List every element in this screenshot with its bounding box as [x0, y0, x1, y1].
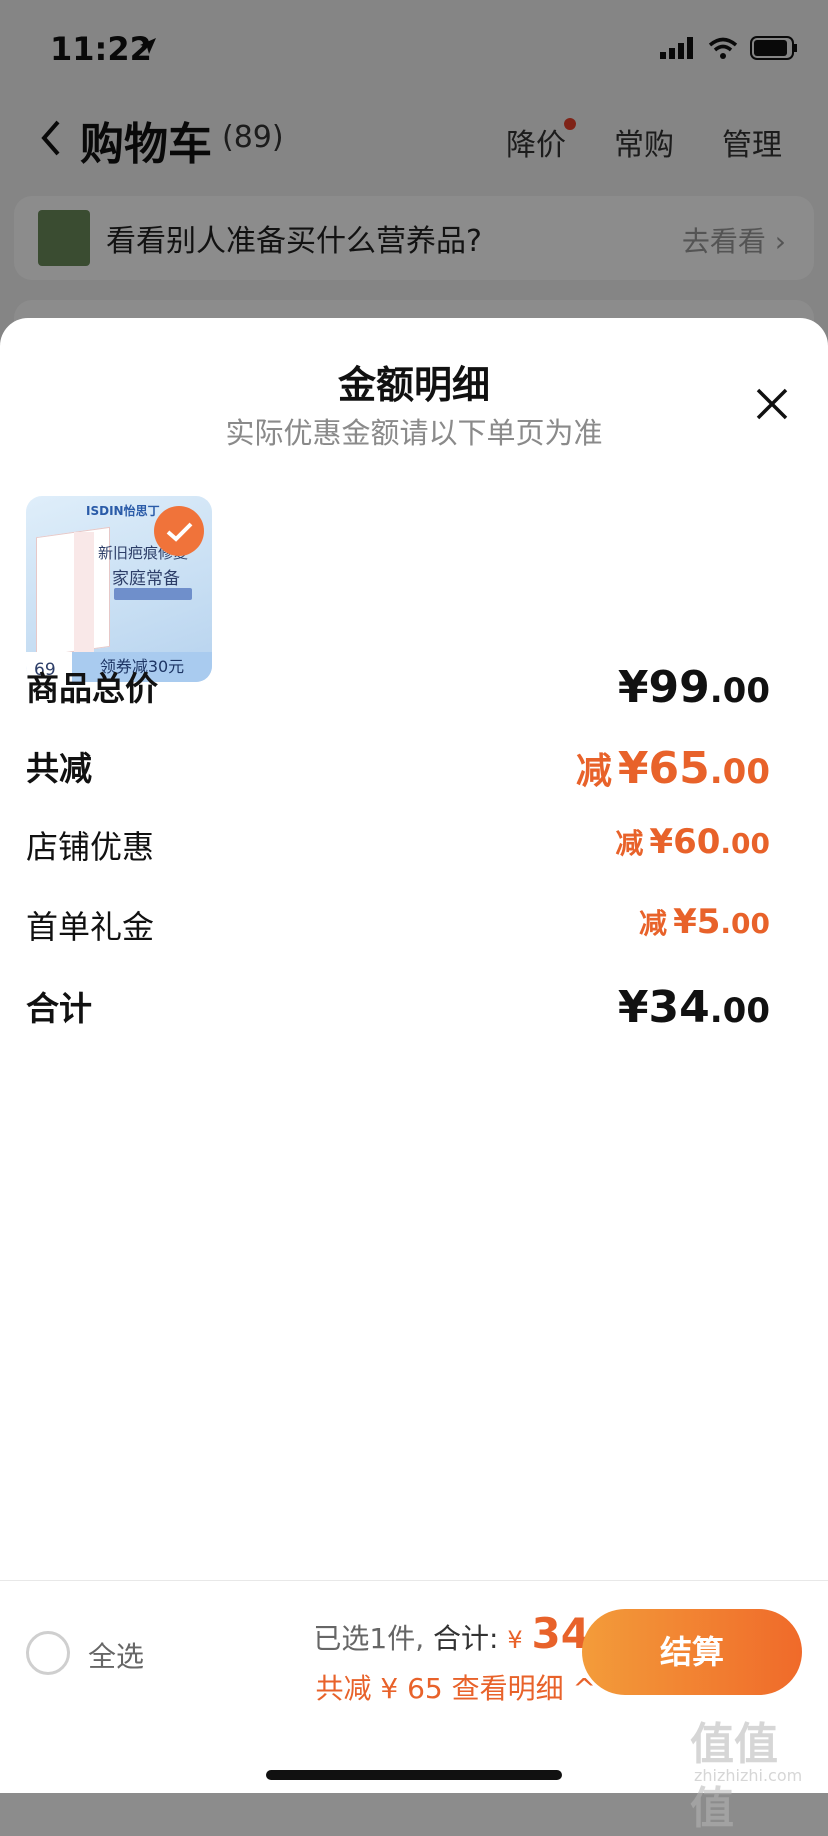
checkout-button[interactable]: 结算 [582, 1609, 802, 1695]
checkmark-icon [166, 522, 193, 542]
row-total-discount: 共减 减 ¥65.00 [26, 742, 770, 802]
store-discount-dec: .00 [720, 827, 770, 860]
selected-count: 已选1件, [313, 1622, 425, 1655]
home-indicator[interactable] [266, 1770, 562, 1780]
first-order-gift-int: ¥5 [673, 902, 721, 942]
first-order-gift-dec: .00 [720, 907, 770, 940]
selected-check-icon[interactable] [154, 506, 204, 556]
sheet-title: 金额明细 [337, 363, 490, 407]
store-discount-label: 店铺优惠 [26, 828, 155, 866]
store-discount-value: 减 ¥60.00 [615, 822, 770, 862]
total-discount-label: 共减 [26, 749, 92, 788]
amount-detail-sheet: 金额明细 实际优惠金额请以下单页为准 ISDIN怡思丁 新旧疤痕修复 家庭常备 … [0, 318, 828, 1792]
watermark-url: zhizhizhi.com [694, 1766, 803, 1785]
row-grand-total: 合计 ¥34.00 [26, 982, 770, 1042]
product-subline: 家庭常备 [112, 569, 180, 589]
sheet-subtitle: 实际优惠金额请以下单页为准 [225, 416, 603, 450]
view-details-link[interactable]: 共减 ¥ 65 查看明细 ^ [315, 1667, 596, 1707]
store-discount-int: ¥60 [649, 822, 721, 862]
product-thumbnail[interactable]: ISDIN怡思丁 新旧疤痕修复 家庭常备 69 领券减30元 [26, 496, 212, 682]
row-first-order-gift: 首单礼金 减 ¥5.00 [26, 902, 770, 962]
goods-total-dec: .00 [709, 671, 770, 711]
select-all-label[interactable]: 全选 [88, 1635, 144, 1675]
row-goods-total: 商品总价 ¥99.00 [26, 662, 770, 722]
goods-total-label: 商品总价 [26, 669, 158, 708]
goods-total-int: ¥99 [617, 662, 710, 713]
selection-summary: 已选1件, 合计: ¥ 34 [313, 1609, 590, 1658]
store-discount-prefix: 减 [615, 827, 644, 860]
first-order-gift-prefix: 减 [639, 907, 668, 940]
product-tag [114, 588, 192, 600]
product-tube-shade [74, 532, 94, 652]
close-icon[interactable] [752, 384, 792, 424]
total-discount-int: ¥65 [617, 743, 710, 794]
grand-total-value: ¥34.00 [618, 982, 770, 1033]
grand-total-label: 合计 [26, 989, 92, 1028]
total-label: 合计: [433, 1622, 499, 1655]
total-discount-prefix: 减 [575, 751, 612, 792]
total-discount-dec: .00 [709, 752, 770, 792]
grand-total-int: ¥34 [617, 982, 710, 1033]
total-discount-value: 减 ¥65.00 [576, 742, 770, 794]
goods-total-value: ¥99.00 [618, 662, 770, 713]
select-all-radio[interactable] [26, 1631, 70, 1675]
watermark: 值值值 zhizhizhi.com [690, 1708, 820, 1834]
grand-total-dec: .00 [709, 991, 770, 1031]
row-store-discount: 店铺优惠 减 ¥60.00 [26, 822, 770, 882]
total-currency: ¥ [507, 1626, 523, 1654]
first-order-gift-label: 首单礼金 [26, 908, 155, 946]
product-brand: ISDIN怡思丁 [86, 504, 160, 518]
first-order-gift-value: 减 ¥5.00 [639, 902, 770, 942]
